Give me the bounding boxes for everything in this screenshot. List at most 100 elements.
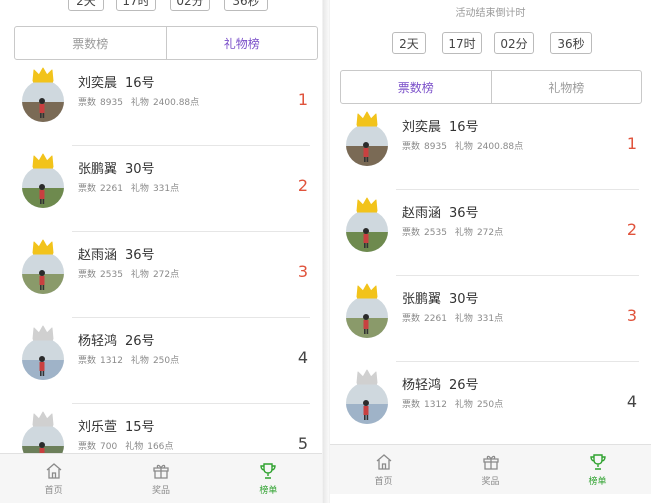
countdown-minutes-box: 02分: [170, 0, 210, 11]
contestant-name: 张鹏翼 30号: [402, 288, 479, 307]
contestant-stats: 票数 1312 礼物 250点: [78, 353, 179, 366]
avatar[interactable]: [346, 296, 388, 338]
tab-votes[interactable]: 票数榜: [15, 27, 166, 59]
gifts-points: 331点: [152, 184, 180, 194]
gifts-label: 礼物: [130, 98, 149, 108]
list-item[interactable]: 杨轻鸿 26号 票数 1312 礼物 250点 4: [0, 318, 322, 404]
countdown-hours: 17时: [122, 0, 150, 8]
gifts-label: 礼物: [454, 228, 473, 238]
votes-count: 8935: [100, 98, 123, 108]
gifts-points: 331点: [476, 314, 504, 324]
contestant-number: 36号: [125, 248, 155, 263]
countdown-hours: 17时: [448, 36, 476, 51]
list-item[interactable]: 赵雨涵 36号 票数 2535 礼物 272点 2: [330, 190, 651, 276]
nav-leaderboard[interactable]: 榜单: [544, 445, 651, 494]
contestant-name-text: 赵雨涵: [402, 206, 442, 221]
contestant-name-text: 赵雨涵: [78, 248, 118, 263]
countdown-minutes: 02分: [500, 36, 528, 51]
countdown-seconds: 36秒: [557, 36, 585, 51]
list-item[interactable]: 张鹏翼 30号票数 2261 礼物 331点 3: [330, 276, 651, 362]
contestant-stats: 票数 2261 礼物 331点: [402, 311, 503, 324]
contestant-name-text: 杨轻鸿: [78, 334, 118, 349]
leaderboard-tabs: 票数榜 礼物榜: [340, 70, 642, 104]
tab-votes[interactable]: 票数榜: [341, 71, 491, 103]
countdown-days: 2天: [76, 0, 96, 8]
countdown-title: 活动结束倒计时: [455, 8, 526, 19]
nav-leaderboard-label: 榜单: [588, 477, 607, 487]
contestant-number: 26号: [449, 378, 479, 393]
gold-crown-icon: [31, 238, 55, 255]
rank-number: 3: [626, 306, 637, 325]
gifts-points: 272点: [152, 270, 180, 280]
contestant-name: 赵雨涵 36号: [402, 202, 479, 221]
avatar[interactable]: [22, 166, 64, 208]
countdown-minutes-box: 02分: [494, 32, 534, 54]
gifts-points: 272点: [476, 228, 504, 238]
votes-count: 2535: [424, 228, 447, 238]
countdown-days-box: 2天: [392, 32, 426, 54]
contestant-name: 杨轻鸿 26号: [78, 330, 155, 349]
rank-number: 2: [626, 220, 637, 239]
nav-home[interactable]: 首页: [330, 445, 437, 494]
contestant-stats: 票数 8935 礼物 2400.88点: [402, 139, 523, 152]
votes-label: 票数: [78, 442, 97, 452]
avatar[interactable]: [22, 80, 64, 122]
list-item[interactable]: 杨轻鸿 26号 票数 1312 礼物 250点 4: [330, 362, 651, 448]
votes-count: 8935: [424, 142, 447, 152]
votes-label: 票数: [78, 98, 97, 108]
gifts-points: 2400.88点: [152, 98, 200, 108]
contestant-name-text: 杨轻鸿: [402, 378, 442, 393]
rank-number: 1: [626, 134, 637, 153]
rank-number: 2: [297, 176, 308, 195]
nav-prizes-label: 奖品: [481, 477, 500, 487]
contestant-stats: 票数 2261 礼物 331点: [78, 181, 179, 194]
list-item[interactable]: 张鹏翼 30号票数 2261 礼物 331点 2: [0, 146, 322, 232]
trophy-icon: [260, 463, 277, 479]
contestant-number: 16号: [449, 120, 479, 135]
contestant-stats: 票数 8935 礼物 2400.88点: [78, 95, 199, 108]
avatar[interactable]: [22, 338, 64, 380]
gifts-label: 礼物: [454, 142, 473, 152]
gifts-label: 礼物: [125, 442, 144, 452]
contestant-stats: 票数 2535 礼物 272点: [402, 225, 503, 238]
nav-leaderboard[interactable]: 榜单: [215, 454, 322, 503]
tab-gifts[interactable]: 礼物榜: [165, 27, 318, 59]
nav-prizes[interactable]: 奖品: [107, 454, 214, 503]
bottom-nav: 首页 奖品 榜单: [330, 444, 651, 494]
contestant-name: 刘奕晨 16号: [402, 116, 479, 135]
rank-number: 3: [297, 262, 308, 281]
contestant-number: 26号: [125, 334, 155, 349]
countdown-seconds-box: 36秒: [224, 0, 268, 11]
screen-divider-shadow: [323, 0, 329, 503]
contestant-stats: 票数 2535 礼物 272点: [78, 267, 179, 280]
gifts-points: 250点: [476, 400, 504, 410]
votes-label: 票数: [402, 314, 421, 324]
avatar[interactable]: [346, 124, 388, 166]
tab-gifts[interactable]: 礼物榜: [490, 71, 642, 103]
nav-prizes-label: 奖品: [151, 486, 170, 496]
avatar[interactable]: [22, 252, 64, 294]
avatar[interactable]: [346, 382, 388, 424]
trophy-icon: [589, 454, 606, 470]
avatar[interactable]: [346, 210, 388, 252]
bottom-nav: 首页 奖品 榜单: [0, 453, 322, 503]
contestant-name-text: 张鹏翼: [78, 162, 118, 177]
list-item[interactable]: 刘奕晨 16号 票数 8935 礼物 2400.88点 1: [330, 104, 651, 190]
list-item[interactable]: 赵雨涵 36号票数 2535 礼物 272点 3: [0, 232, 322, 318]
gift-icon: [482, 455, 499, 470]
countdown-hours-box: 17时: [116, 0, 156, 11]
leaderboard-tabs: 票数榜 礼物榜: [14, 26, 318, 60]
contestant-name: 张鹏翼 30号: [78, 158, 155, 177]
nav-home[interactable]: 首页: [0, 454, 107, 503]
votes-count: 1312: [424, 400, 447, 410]
contestant-number: 15号: [125, 420, 155, 435]
rank-number: 1: [297, 90, 308, 109]
home-icon: [46, 463, 62, 479]
votes-label: 票数: [78, 270, 97, 280]
contestant-number: 30号: [125, 162, 155, 177]
votes-count: 700: [100, 442, 118, 452]
votes-label: 票数: [78, 184, 97, 194]
nav-prizes[interactable]: 奖品: [437, 445, 544, 494]
contestant-name: 刘乐萱 15号: [78, 416, 155, 435]
list-item[interactable]: 刘奕晨 16号 票数 8935 礼物 2400.88点 1: [0, 60, 322, 146]
